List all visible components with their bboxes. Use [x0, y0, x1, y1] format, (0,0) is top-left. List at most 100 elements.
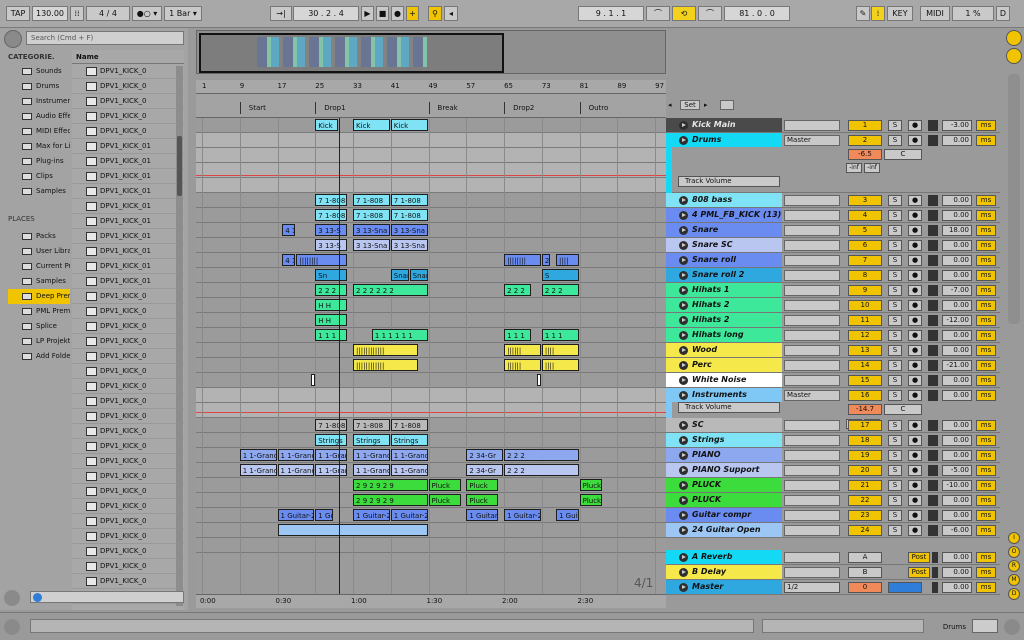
arm-button[interactable]: ●: [908, 270, 922, 281]
delay-unit-button[interactable]: ms: [976, 300, 996, 311]
track-activator-icon[interactable]: [679, 271, 688, 280]
track-activator-icon[interactable]: [679, 553, 688, 562]
arrangement-clip[interactable]: Snar: [390, 269, 409, 281]
automation-parameter-select[interactable]: Track Volume: [678, 402, 780, 413]
file-item[interactable]: DPV1_KICK_0: [72, 544, 184, 559]
arrangement-clip[interactable]: 1 Guitar-2: [277, 509, 315, 521]
routing-select[interactable]: [784, 465, 840, 476]
set-locator-button[interactable]: Set: [680, 100, 700, 110]
delay-unit-button[interactable]: ms: [976, 450, 996, 461]
volume-field[interactable]: -12.00: [942, 315, 972, 326]
arrangement-clip[interactable]: 2 34-Gr: [466, 464, 504, 476]
arm-button[interactable]: ●: [908, 330, 922, 341]
arrangement-clip[interactable]: 1 Guitar-2: [504, 509, 541, 521]
automation-parameter-select[interactable]: Track Volume: [678, 176, 780, 187]
file-item[interactable]: DPV1_KICK_0: [72, 439, 184, 454]
volume-field[interactable]: -7.00: [942, 285, 972, 296]
delay-unit-button[interactable]: ms: [976, 552, 996, 563]
category-item[interactable]: Sounds: [8, 64, 70, 79]
volume-field[interactable]: -3.00: [942, 120, 972, 131]
volume-field[interactable]: -10.00: [942, 480, 972, 491]
track-number-button[interactable]: 9: [848, 285, 882, 296]
routing-select[interactable]: [784, 480, 840, 491]
volume-field[interactable]: 0.00: [942, 375, 972, 386]
track-number-button[interactable]: 14: [848, 360, 882, 371]
arrangement-clip[interactable]: S: [541, 269, 579, 281]
file-item[interactable]: DPV1_KICK_0: [72, 529, 184, 544]
arrangement-clip[interactable]: H H: [315, 314, 348, 326]
arrangement-clip[interactable]: 2 2 2: [504, 464, 579, 476]
arrangement-view-icon[interactable]: [1006, 48, 1022, 64]
delay-unit-button[interactable]: ms: [976, 435, 996, 446]
delay-unit-button[interactable]: ms: [976, 525, 996, 536]
tap-tempo-button[interactable]: TAP: [6, 6, 30, 21]
routing-select[interactable]: [784, 330, 840, 341]
file-item[interactable]: DPV1_KICK_01: [72, 139, 184, 154]
solo-button[interactable]: S: [888, 345, 902, 356]
pan-center-field[interactable]: C: [884, 404, 922, 415]
loop-start-field[interactable]: 9 . 1 . 1: [578, 6, 644, 21]
arrangement-clip[interactable]: H H: [315, 299, 348, 311]
file-item[interactable]: DPV1_KICK_0: [72, 364, 184, 379]
track-activator-icon[interactable]: [679, 331, 688, 340]
locator-drop2[interactable]: Drop2: [504, 102, 534, 114]
arrangement-clip[interactable]: 2 2 2: [504, 284, 532, 296]
time-ruler[interactable]: 0:00 0:30 1:00 1:30 2:00 2:30: [196, 594, 666, 608]
track-activator-icon[interactable]: [679, 316, 688, 325]
pan-db-field[interactable]: -6.5: [848, 149, 882, 160]
track-activator-icon[interactable]: [679, 136, 688, 145]
volume-field[interactable]: 0.00: [942, 567, 972, 578]
track-number-button[interactable]: 5: [848, 225, 882, 236]
arrangement-clip[interactable]: Strings: [315, 434, 348, 446]
file-item[interactable]: DPV1_KICK_0: [72, 334, 184, 349]
arrangement-clip[interactable]: 7 1-808: [353, 209, 390, 221]
arrangement-clip[interactable]: 7 1-808: [315, 209, 348, 221]
arrangement-clip[interactable]: 2 9 2 9 2 9: [353, 494, 428, 506]
prev-locator-icon[interactable]: ◂: [668, 100, 678, 110]
track-activator-icon[interactable]: [679, 526, 688, 535]
volume-field[interactable]: -21.00: [942, 360, 972, 371]
arrangement-clip[interactable]: 1 Guit: [315, 509, 334, 521]
solo-button[interactable]: S: [888, 420, 902, 431]
delay-unit-button[interactable]: ms: [976, 360, 996, 371]
cue-volume[interactable]: [888, 582, 922, 593]
track-activator-icon[interactable]: [679, 466, 688, 475]
info-view-icon[interactable]: [4, 619, 20, 635]
volume-field[interactable]: 0.00: [942, 582, 972, 593]
arrangement-clip[interactable]: Pluck: [466, 479, 499, 491]
arrangement-clip[interactable]: 1 1-Grand: [390, 464, 428, 476]
track-activator-icon[interactable]: [679, 421, 688, 430]
routing-select[interactable]: [784, 567, 840, 578]
track-scrollbar[interactable]: [1008, 74, 1020, 324]
place-item[interactable]: Packs: [8, 229, 70, 244]
track-activator-icon[interactable]: [679, 583, 688, 592]
search-input[interactable]: Search (Cmd + F): [26, 31, 184, 45]
file-item[interactable]: DPV1_KICK_0: [72, 499, 184, 514]
file-item[interactable]: DPV1_KICK_0: [72, 574, 184, 589]
track-activator-icon[interactable]: [679, 121, 688, 130]
track-row[interactable]: White Noise 15 S ● 0.00 ms: [666, 373, 1000, 388]
file-item[interactable]: DPV1_KICK_0: [72, 109, 184, 124]
arrangement-clip[interactable]: ||||||: [504, 359, 541, 371]
track-row[interactable]: 24 Guitar Open 24 S ● -6.00 ms: [666, 523, 1000, 538]
arrangement-position-field[interactable]: 30 . 2 . 4: [293, 6, 359, 21]
track-activator-icon[interactable]: [679, 301, 688, 310]
file-item[interactable]: DPV1_KICK_01: [72, 199, 184, 214]
arrangement-clip[interactable]: ||||||||||||: [353, 359, 419, 371]
routing-select[interactable]: [784, 420, 840, 431]
arrangement-clip[interactable]: ||||: [541, 359, 579, 371]
track-number-button[interactable]: 17: [848, 420, 882, 431]
arm-button[interactable]: ●: [908, 255, 922, 266]
track-number-button[interactable]: 3: [848, 195, 882, 206]
file-item[interactable]: DPV1_KICK_0: [72, 559, 184, 574]
arrangement-clip[interactable]: 3 13-S: [315, 239, 348, 251]
arm-button[interactable]: ●: [908, 360, 922, 371]
arrangement-clip[interactable]: 4 1: [282, 224, 296, 236]
volume-field[interactable]: -5.00: [942, 465, 972, 476]
solo-button[interactable]: S: [888, 450, 902, 461]
arrangement-clip[interactable]: 1 1-Grand: [277, 449, 315, 461]
stop-icon[interactable]: ■: [376, 6, 389, 21]
routing-select[interactable]: [784, 255, 840, 266]
arrangement-clip[interactable]: Kick: [390, 119, 428, 131]
arrangement-clip[interactable]: 3 13-Sna: [353, 239, 390, 251]
